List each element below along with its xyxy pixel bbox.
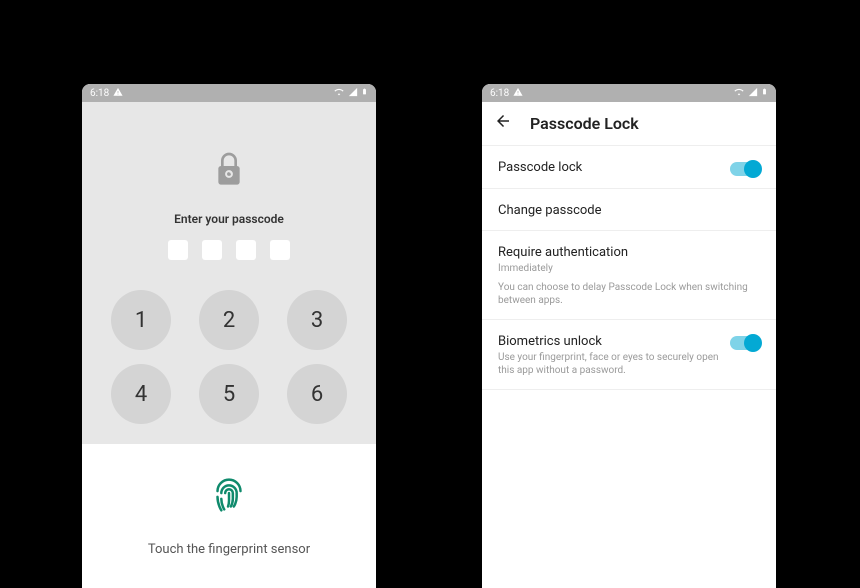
passcode-digit-1 — [168, 240, 188, 260]
toggle-biometrics[interactable] — [730, 336, 760, 350]
warning-icon — [113, 87, 123, 100]
passcode-digit-2 — [202, 240, 222, 260]
status-time: 6:18 — [490, 88, 509, 99]
fingerprint-icon[interactable] — [206, 472, 252, 522]
toggle-passcode-lock[interactable] — [730, 162, 760, 176]
battery-icon — [361, 86, 368, 100]
setting-passcode-lock[interactable]: Passcode lock — [482, 146, 776, 189]
signal-icon — [348, 87, 358, 100]
key-3[interactable]: 3 — [287, 290, 347, 350]
battery-icon — [761, 86, 768, 100]
setting-subtitle: Immediately — [498, 262, 752, 275]
settings-list: Passcode lock Change passcode Require au… — [482, 146, 776, 390]
lock-icon — [212, 150, 246, 194]
key-4[interactable]: 4 — [111, 364, 171, 424]
back-arrow-icon[interactable] — [494, 112, 512, 135]
passcode-screen: Enter your passcode 1 2 3 4 5 6 — [82, 102, 376, 444]
setting-change-passcode[interactable]: Change passcode — [482, 189, 776, 231]
passcode-digit-4 — [270, 240, 290, 260]
appbar: Passcode Lock — [482, 102, 776, 146]
fingerprint-panel: Touch the fingerprint sensor — [82, 444, 376, 588]
status-bar: 6:18 — [82, 84, 376, 102]
passcode-boxes — [168, 240, 290, 260]
setting-biometrics-unlock[interactable]: Biometrics unlock Use your fingerprint, … — [482, 320, 776, 390]
key-2[interactable]: 2 — [199, 290, 259, 350]
passcode-prompt: Enter your passcode — [174, 212, 284, 226]
setting-title: Require authentication — [498, 245, 752, 260]
page-title: Passcode Lock — [530, 114, 639, 133]
warning-icon — [513, 87, 523, 100]
status-bar: 6:18 — [482, 84, 776, 102]
setting-description: Use your fingerprint, face or eyes to se… — [498, 351, 722, 377]
wifi-icon — [733, 87, 745, 100]
phone-settings: 6:18 Passcode Lock Passcode lock — [482, 84, 776, 588]
status-time: 6:18 — [90, 88, 109, 99]
setting-title: Change passcode — [498, 203, 752, 218]
passcode-digit-3 — [236, 240, 256, 260]
setting-title: Biometrics unlock — [498, 334, 722, 349]
keypad: 1 2 3 4 5 6 — [111, 290, 347, 424]
setting-title: Passcode lock — [498, 160, 722, 175]
setting-require-authentication[interactable]: Require authentication Immediately You c… — [482, 231, 776, 320]
setting-description: You can choose to delay Passcode Lock wh… — [498, 281, 752, 307]
key-6[interactable]: 6 — [287, 364, 347, 424]
key-5[interactable]: 5 — [199, 364, 259, 424]
key-1[interactable]: 1 — [111, 290, 171, 350]
phone-passcode: 6:18 Enter your passco — [82, 84, 376, 588]
wifi-icon — [333, 87, 345, 100]
fingerprint-prompt: Touch the fingerprint sensor — [148, 542, 310, 557]
signal-icon — [748, 87, 758, 100]
